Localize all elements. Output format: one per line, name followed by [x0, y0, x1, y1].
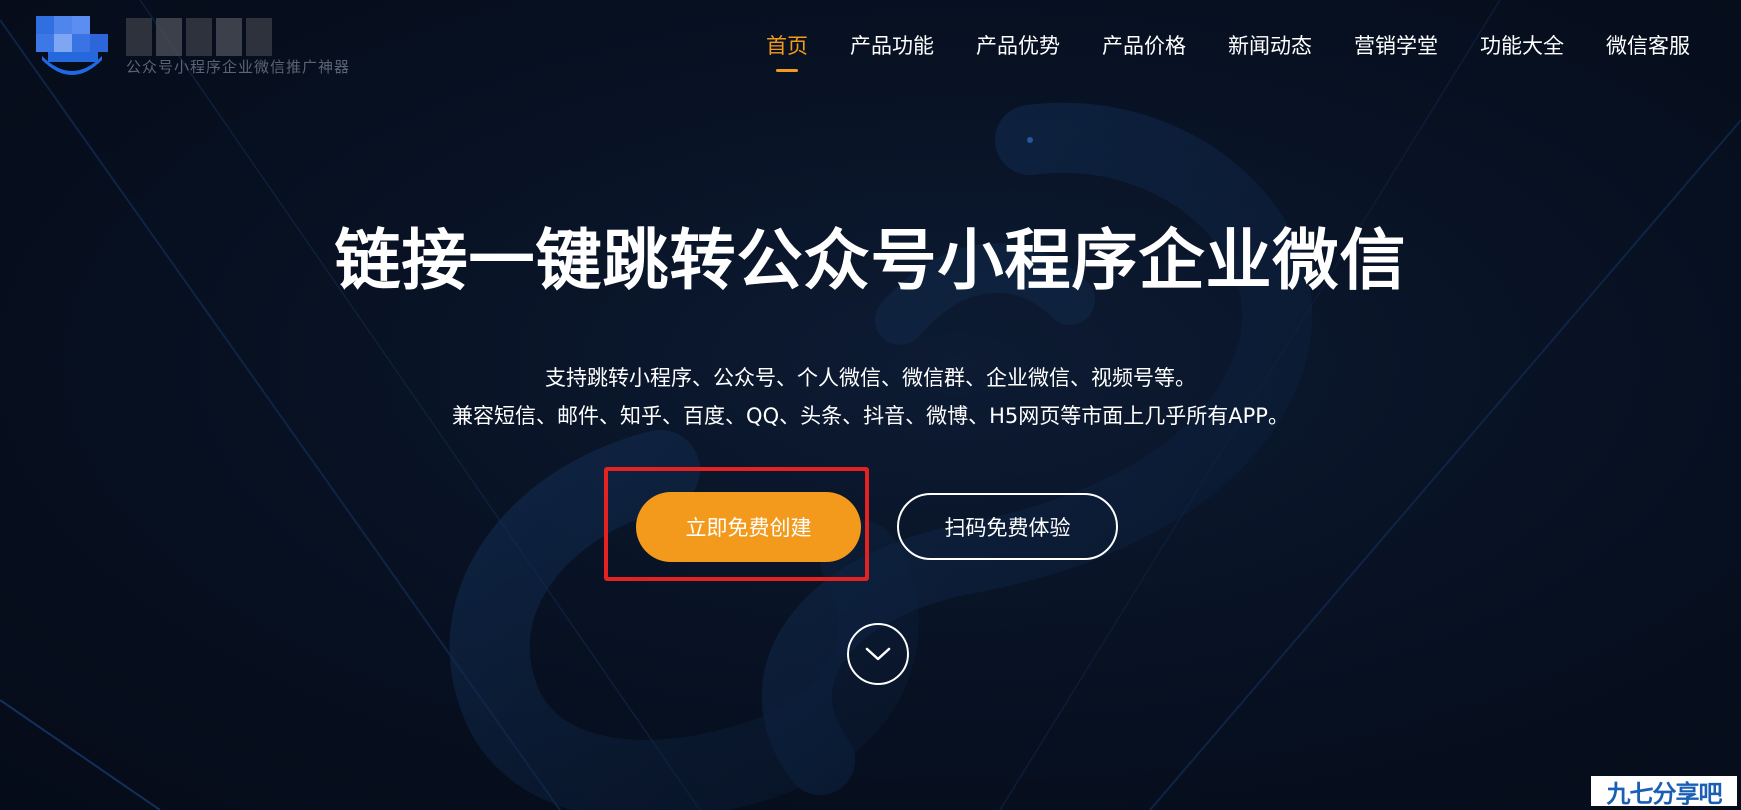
nav-item-news[interactable]: 新闻动态: [1207, 30, 1333, 60]
nav-item-home[interactable]: 首页: [745, 30, 829, 60]
hero-title: 链接一键跳转公众号小程序企业微信: [334, 222, 1407, 299]
logo-tagline: 公众号小程序企业微信推广神器: [126, 58, 351, 76]
nav-item-academy[interactable]: 营销学堂: [1333, 30, 1459, 60]
watermark-text: 九七分享吧: [1606, 779, 1723, 808]
nav-item-pricing[interactable]: 产品价格: [1081, 30, 1207, 60]
create-free-button[interactable]: 立即免费创建: [636, 492, 861, 562]
logo-icon: [36, 16, 108, 75]
nav-item-advantages[interactable]: 产品优势: [955, 30, 1081, 60]
hero-subtitle-line1: 支持跳转小程序、公众号、个人微信、微信群、企业微信、视频号等。: [545, 366, 1196, 390]
site-logo[interactable]: 公众号小程序企业微信推广神器: [36, 16, 366, 80]
watermark: 九七分享吧: [1591, 776, 1737, 808]
chevron-down-icon: [865, 647, 891, 661]
site-header: 公众号小程序企业微信推广神器 首页 产品功能 产品优势 产品价格 新闻动态 营销…: [0, 0, 1741, 92]
nav-item-all-features[interactable]: 功能大全: [1459, 30, 1585, 60]
nav-item-wechat-support[interactable]: 微信客服: [1585, 30, 1711, 60]
logo-name-blurred: [126, 18, 296, 56]
scan-trial-button[interactable]: 扫码免费体验: [897, 493, 1118, 560]
scroll-down-button[interactable]: [847, 623, 909, 685]
main-nav: 首页 产品功能 产品优势 产品价格 新闻动态 营销学堂 功能大全 微信客服: [745, 30, 1711, 60]
landing-page: 公众号小程序企业微信推广神器 首页 产品功能 产品优势 产品价格 新闻动态 营销…: [0, 0, 1741, 810]
nav-item-features[interactable]: 产品功能: [829, 30, 955, 60]
hero-subtitle-line2: 兼容短信、邮件、知乎、百度、QQ、头条、抖音、微博、H5网页等市面上几乎所有AP…: [452, 404, 1289, 428]
